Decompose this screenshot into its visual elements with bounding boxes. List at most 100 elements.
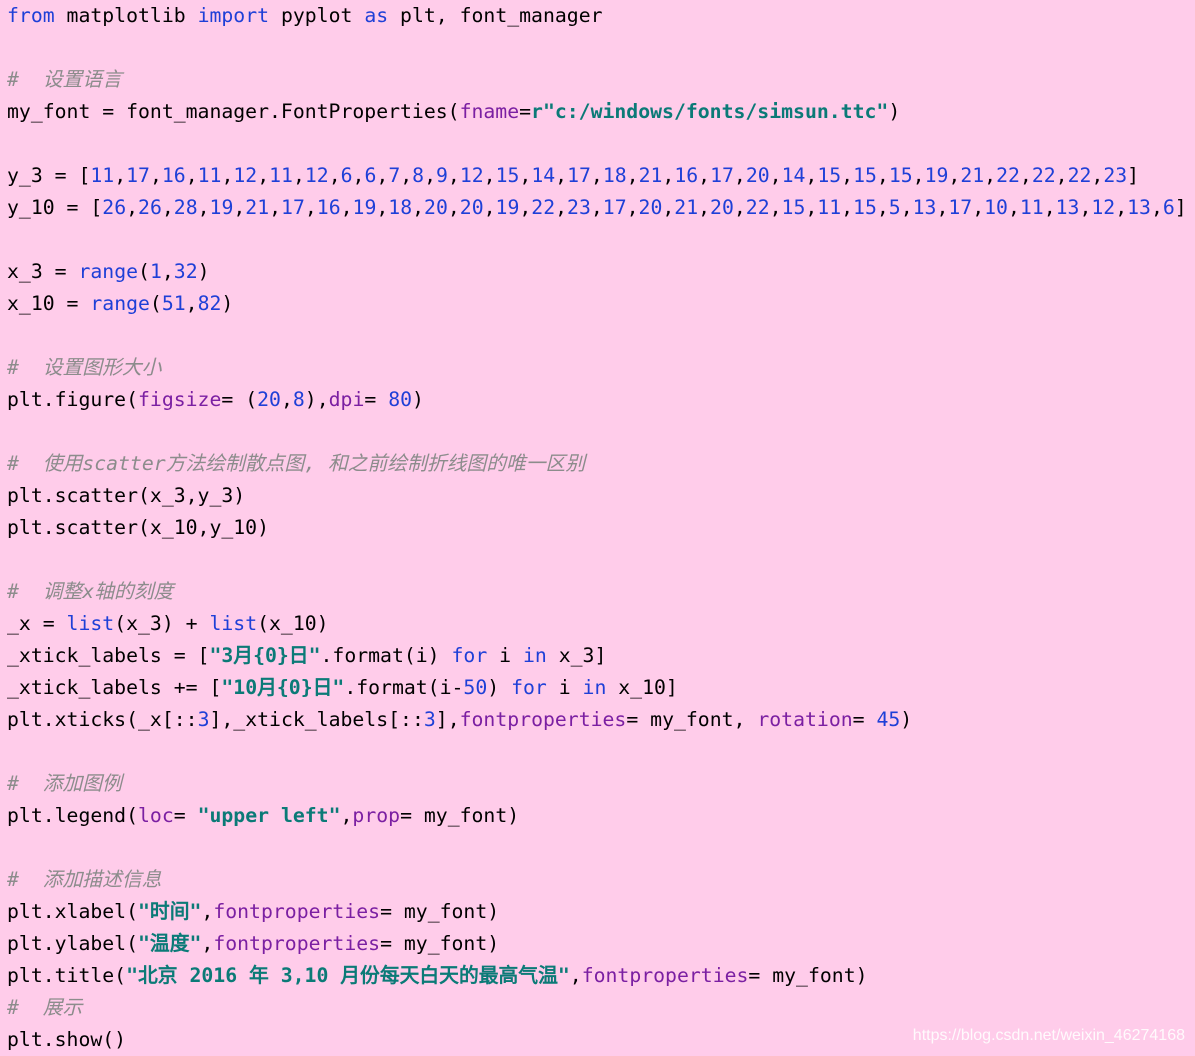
code-token-num: 9	[436, 164, 448, 187]
code-token: )	[197, 260, 210, 283]
code-token-num: 26	[102, 196, 127, 219]
code-token-kw: as	[364, 4, 389, 27]
code-token: ,	[197, 196, 210, 219]
code-token: ,	[161, 260, 174, 283]
code-token: .format(i-	[344, 676, 464, 699]
code-token-num: 17	[567, 164, 591, 187]
code-token: plt.xlabel(	[7, 900, 139, 923]
code-token: ,	[447, 164, 460, 187]
code-token: _xtick_labels = [	[7, 644, 210, 667]
code-token: )	[888, 100, 901, 123]
code-line: # 使用scatter方法绘制散点图, 和之前绘制折线图的唯一区别	[7, 448, 1195, 480]
code-token: ,	[1079, 196, 1092, 219]
code-token: plt.legend(	[7, 804, 139, 827]
code-token-comment: # 调整x轴的刻度	[7, 580, 174, 603]
code-token: ,	[590, 196, 603, 219]
code-token-num: 20	[638, 196, 663, 219]
code-token-param: figsize	[138, 388, 222, 411]
code-token-kw: import	[197, 4, 270, 27]
code-token-fn: list	[66, 612, 115, 635]
code-token: = my_font)	[380, 900, 500, 923]
code-line: # 调整x轴的刻度	[7, 576, 1195, 608]
code-token-num: 17	[126, 164, 150, 187]
code-token-num: 15	[781, 196, 806, 219]
code-token: =	[364, 388, 389, 411]
code-token-num: 11	[90, 164, 115, 187]
code-token-num: 14	[531, 164, 556, 187]
code-line: plt.legend(loc= "upper left",prop= my_fo…	[7, 800, 1195, 832]
code-token: =	[173, 804, 198, 827]
code-token-num: 19	[352, 196, 377, 219]
code-line: plt.xticks(_x[::3],_xtick_labels[::3],fo…	[7, 704, 1195, 736]
code-token: ,	[841, 196, 854, 219]
code-token: _xtick_labels += [	[7, 676, 222, 699]
code-token-num: 20	[710, 196, 734, 219]
code-token-comment: # 设置图形大小	[7, 356, 162, 379]
code-token-param: prop	[352, 804, 401, 827]
code-token-num: 17	[281, 196, 305, 219]
code-token: ,	[447, 196, 460, 219]
code-token-fn: range	[78, 260, 139, 283]
code-token: plt.figure(	[7, 388, 139, 411]
code-token-num: 11	[817, 196, 842, 219]
code-token: ,	[280, 388, 293, 411]
code-token: ,	[769, 164, 782, 187]
code-token-num: 19	[495, 196, 520, 219]
code-token: ,	[569, 964, 582, 987]
code-token-param: dpi	[328, 388, 365, 411]
code-token-num: 21	[638, 164, 663, 187]
code-token: (	[149, 292, 162, 315]
code-token: ,	[1115, 196, 1128, 219]
code-token: plt.scatter(x_10,y_10)	[7, 516, 270, 539]
code-token-num: 16	[674, 164, 699, 187]
code-token-num: 17	[710, 164, 734, 187]
code-token: ),	[304, 388, 329, 411]
code-token: ,	[948, 164, 961, 187]
code-token-num: 8	[292, 388, 305, 411]
code-token: ,	[733, 164, 746, 187]
code-token: plt.show()	[7, 1028, 127, 1051]
code-token-param: fontproperties	[581, 964, 749, 987]
code-token-num: 20	[745, 164, 770, 187]
code-token: ,	[221, 164, 234, 187]
code-token: plt.title(	[7, 964, 127, 987]
code-token: ,	[233, 196, 246, 219]
code-token-kw: for	[511, 676, 547, 699]
code-line: # 添加图例	[7, 768, 1195, 800]
code-token: ,	[126, 196, 139, 219]
code-token-num: 6	[340, 164, 353, 187]
code-token-num: 23	[567, 196, 591, 219]
code-token: ,	[201, 900, 214, 923]
code-token: plt.scatter(x_3,y_3)	[7, 484, 246, 507]
code-token: ,	[733, 196, 746, 219]
code-token: = my_font)	[748, 964, 868, 987]
code-token-str: "10月{0}日"	[221, 676, 345, 699]
code-token: ,	[1150, 196, 1163, 219]
code-token: ],_xtick_labels[::	[209, 708, 424, 731]
code-token-num: 19	[209, 196, 234, 219]
code-token-str: "北京 2016 年 3,10 月份每天白天的最高气温"	[126, 964, 570, 987]
watermark: https://blog.csdn.net/weixin_46274168	[912, 1027, 1185, 1044]
code-token-num: 7	[388, 164, 401, 187]
code-token: i	[546, 676, 583, 699]
code-token: ,	[257, 164, 270, 187]
code-line: _x = list(x_3) + list(x_10)	[7, 608, 1195, 640]
code-token: ,	[424, 164, 436, 187]
code-token: ,	[972, 196, 985, 219]
code-token-num: 51	[161, 292, 186, 315]
code-token: ,	[805, 164, 818, 187]
code-token-str: "时间"	[138, 900, 202, 923]
code-token-num: 21	[245, 196, 270, 219]
code-token: ,	[662, 196, 675, 219]
code-token-num: 21	[960, 164, 985, 187]
code-token: (x_10)	[257, 612, 329, 635]
code-token-num: 20	[257, 388, 281, 411]
code-token: ,	[912, 164, 925, 187]
code-token: ,	[698, 164, 711, 187]
code-token-kw: in	[522, 644, 547, 667]
code-token-num: 15	[853, 164, 877, 187]
code-token-num: 22	[531, 196, 556, 219]
code-token: ,	[1007, 196, 1020, 219]
